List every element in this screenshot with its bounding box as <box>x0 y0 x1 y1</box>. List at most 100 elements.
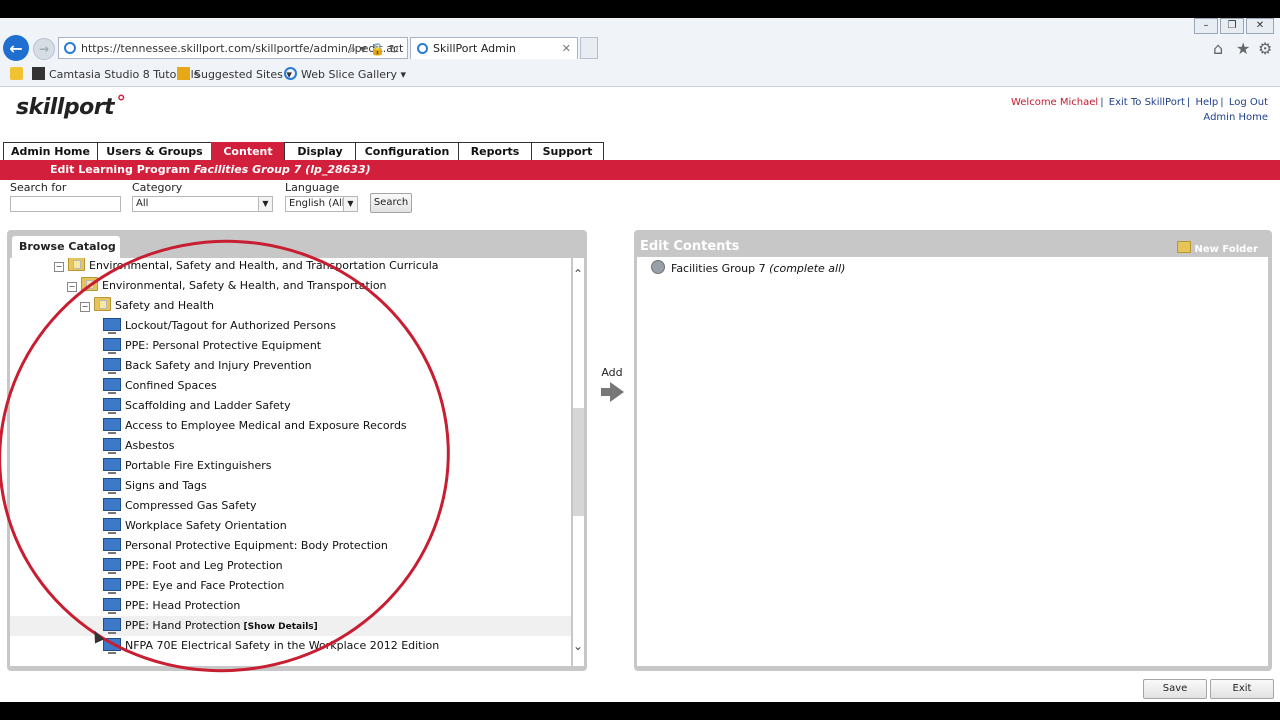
favorite-web-slice-gallery[interactable]: Web Slice Gallery ▾ <box>284 67 406 81</box>
scroll-thumb[interactable] <box>573 408 584 516</box>
new-folder-button[interactable]: New Folder <box>1176 241 1258 255</box>
tree-course-item[interactable]: PPE: Eye and Face Protection <box>10 576 571 596</box>
category-label: Category <box>132 181 183 194</box>
tree-item-label: PPE: Head Protection <box>125 599 241 612</box>
nav-support[interactable]: Support <box>531 142 604 161</box>
address-bar[interactable]: https://tennessee.skillport.com/skillpor… <box>58 37 408 59</box>
catalog-scrollbar[interactable]: ⌃ ⌄ <box>573 258 584 666</box>
tree-item-label: Scaffolding and Ladder Safety <box>125 399 291 412</box>
course-monitor-icon <box>103 318 121 334</box>
minimize-icon[interactable]: – <box>1194 18 1218 34</box>
tree-folder[interactable]: − Environmental, Safety and Health, and T… <box>54 258 439 276</box>
tree-course-item[interactable]: Scaffolding and Ladder Safety <box>10 396 571 416</box>
chevron-down-icon: ▼ <box>258 197 272 211</box>
settings-gear-icon[interactable]: ⚙ <box>1258 39 1272 58</box>
nav-admin-home[interactable]: Admin Home <box>3 142 97 161</box>
ie-icon <box>64 42 76 54</box>
course-monitor-icon <box>103 358 121 374</box>
course-monitor-icon <box>103 538 121 554</box>
tree-course-item[interactable]: Confined Spaces <box>10 376 571 396</box>
new-tab-button[interactable] <box>580 37 598 59</box>
tree-course-item[interactable]: Portable Fire Extinguishers <box>10 456 571 476</box>
tree-folder[interactable]: − Environmental, Safety & Health, and Tra… <box>67 276 387 296</box>
add-button[interactable]: Add <box>596 366 628 379</box>
course-monitor-icon <box>103 618 121 634</box>
help-link[interactable]: Help <box>1195 97 1218 108</box>
course-monitor-icon <box>103 338 121 354</box>
letterbox-bottom <box>0 702 1280 720</box>
tree-item-label: NFPA 70E Electrical Safety in the Workpl… <box>125 639 440 652</box>
tree-course-item[interactable]: Personal Protective Equipment: Body Prot… <box>10 536 571 556</box>
tab-title: SkillPort Admin <box>433 42 516 55</box>
tree-course-item[interactable]: Workplace Safety Orientation <box>10 516 571 536</box>
tree-item-label: Portable Fire Extinguishers <box>125 459 272 472</box>
category-group: Category All ▼ <box>132 181 273 212</box>
exit-to-skillport-link[interactable]: Exit To SkillPort <box>1109 97 1185 108</box>
collapse-toggle-icon[interactable]: − <box>54 262 64 272</box>
nav-display[interactable]: Display <box>284 142 355 161</box>
category-select[interactable]: All ▼ <box>132 196 273 212</box>
tree-course-item[interactable]: PPE: Head Protection <box>10 596 571 616</box>
tree-course-item[interactable]: Access to Employee Medical and Exposure … <box>10 416 571 436</box>
search-button[interactable]: Search <box>370 193 412 213</box>
admin-home-link[interactable]: Admin Home <box>1011 110 1268 125</box>
learning-program-icon <box>651 260 665 274</box>
search-for-group: Search for <box>10 181 121 212</box>
tree-item-label: Workplace Safety Orientation <box>125 519 287 532</box>
tree-course-item[interactable]: Asbestos <box>10 436 571 456</box>
course-monitor-icon <box>103 558 121 574</box>
favorites-star-add-icon[interactable] <box>10 67 27 81</box>
tab-close-icon[interactable]: ✕ <box>562 38 571 60</box>
skillport-logo: skillport˚ <box>16 95 125 120</box>
tree-item-label: Environmental, Safety & Health, and Tran… <box>102 279 387 292</box>
top-links: Welcome Michael | Exit To SkillPort | Help… <box>1010 97 1268 125</box>
language-select[interactable]: English (All) ▼ <box>285 196 358 212</box>
folder-icon <box>68 258 85 271</box>
scroll-up-icon[interactable]: ⌃ <box>573 268 583 280</box>
tree-item-label: Confined Spaces <box>125 379 217 392</box>
exit-button[interactable]: Exit <box>1210 679 1274 699</box>
forward-button[interactable]: → <box>33 38 55 60</box>
tree-course-item[interactable]: PPE: Personal Protective Equipment <box>10 336 571 356</box>
search-for-input[interactable] <box>10 196 121 212</box>
nav-configuration[interactable]: Configuration <box>355 142 458 161</box>
tree-course-item[interactable]: Lockout/Tagout for Authorized Persons <box>10 316 571 336</box>
favorite-camtasia[interactable]: Camtasia Studio 8 Tutorials <box>32 67 199 81</box>
favorite-suggested-sites[interactable]: Suggested Sites ▾ <box>177 67 292 81</box>
nav-content[interactable]: Content <box>211 142 284 161</box>
tree-course-item[interactable]: PPE: Foot and Leg Protection <box>10 556 571 576</box>
tree-course-item[interactable]: Back Safety and Injury Prevention <box>10 356 571 376</box>
nav-reports[interactable]: Reports <box>458 142 531 161</box>
scroll-down-icon[interactable]: ⌄ <box>573 640 583 652</box>
tree-item-label: Access to Employee Medical and Exposure … <box>125 419 407 432</box>
save-button[interactable]: Save <box>1143 679 1207 699</box>
web-slice-icon <box>284 67 297 80</box>
course-monitor-icon <box>103 598 121 614</box>
tree-item-label: Personal Protective Equipment: Body Prot… <box>125 539 388 552</box>
course-monitor-icon <box>103 578 121 594</box>
tree-item-label: Signs and Tags <box>125 479 207 492</box>
show-details-link[interactable]: [Show Details] <box>244 622 318 632</box>
folder-icon <box>94 297 111 311</box>
course-monitor-icon <box>103 518 121 534</box>
tree-course-item[interactable]: Signs and Tags <box>10 476 571 496</box>
address-tools-icon[interactable]: ⌕▾🔒↻ <box>349 38 403 58</box>
collapse-toggle-icon[interactable]: − <box>80 302 90 312</box>
tree-folder[interactable]: − Safety and Health <box>80 296 214 316</box>
learning-program-item[interactable]: Facilities Group 7 (complete all) <box>651 260 845 275</box>
log-out-link[interactable]: Log Out <box>1229 97 1268 108</box>
edit-contents-title: Edit Contents <box>640 239 740 254</box>
browser-tab[interactable]: SkillPort Admin ✕ <box>410 37 578 59</box>
close-icon[interactable]: ✕ <box>1246 18 1274 34</box>
nav-users-groups[interactable]: Users & Groups <box>97 142 211 161</box>
favorites-star-icon[interactable]: ★ <box>1236 39 1250 58</box>
maximize-icon[interactable]: ❐ <box>1220 18 1244 34</box>
add-arrow-icon[interactable] <box>610 382 624 402</box>
back-button[interactable]: ← <box>3 35 29 61</box>
course-monitor-icon <box>103 458 121 474</box>
home-icon[interactable]: ⌂ <box>1213 39 1223 58</box>
tree-course-item[interactable]: Compressed Gas Safety <box>10 496 571 516</box>
new-folder-icon <box>1176 241 1191 253</box>
catalog-tree: − Environmental, Safety and Health, and T… <box>10 258 571 666</box>
collapse-toggle-icon[interactable]: − <box>67 282 77 292</box>
